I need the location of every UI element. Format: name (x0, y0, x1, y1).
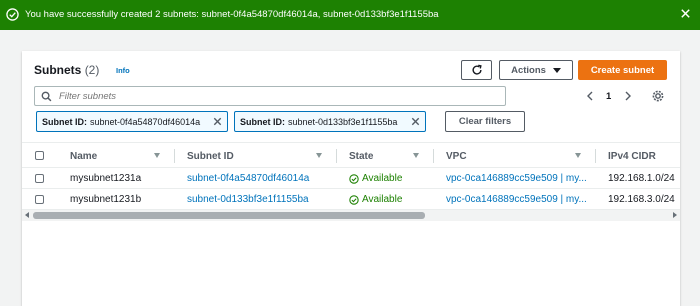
cell-state: Available (349, 194, 402, 205)
scroll-right-icon[interactable] (673, 212, 677, 218)
chevron-right-icon[interactable] (623, 88, 633, 104)
filter-token-subnet-1: Subnet ID: subnet-0f4a54870df46014a (36, 111, 228, 132)
select-all-checkbox[interactable] (35, 151, 44, 160)
create-subnet-button[interactable]: Create subnet (578, 60, 667, 80)
page-title: Subnets (2) Info (34, 63, 130, 77)
cell-ipv4-cidr: 192.168.3.0/24 (608, 194, 675, 205)
cell-name: mysubnet1231a (70, 173, 142, 184)
current-page[interactable]: 1 (606, 91, 611, 102)
check-circle-icon (349, 173, 359, 184)
subnet-count: (2) (84, 63, 100, 77)
clear-filters-label: Clear filters (458, 116, 512, 127)
column-header-name[interactable]: Name (70, 151, 97, 162)
column-divider[interactable] (174, 149, 175, 163)
refresh-icon (472, 64, 482, 75)
column-header-state[interactable]: State (349, 151, 373, 162)
search-icon (41, 91, 52, 102)
cell-name: mysubnet1231b (70, 194, 142, 205)
cell-subnet-id-link[interactable]: subnet-0d133bf3e1f1155ba (187, 194, 309, 205)
chevron-left-icon[interactable] (585, 88, 595, 104)
filter-token-key: Subnet ID: (42, 116, 87, 127)
sort-down-icon[interactable] (154, 153, 160, 158)
horizontal-scrollbar[interactable] (22, 210, 680, 221)
table-row[interactable]: mysubnet1231b subnet-0d133bf3e1f1155ba A… (22, 190, 680, 210)
gear-icon[interactable] (652, 90, 664, 102)
table-header: Name Subnet ID State VPC IPv4 CIDR (22, 142, 680, 168)
cell-vpc-link[interactable]: vpc-0ca146889cc59e509 | my... (446, 194, 587, 205)
row-checkbox[interactable] (35, 174, 44, 183)
success-circle-icon (6, 8, 19, 21)
cell-vpc-link[interactable]: vpc-0ca146889cc59e509 | my... (446, 173, 587, 184)
remove-filter-icon[interactable] (410, 116, 421, 127)
table-row[interactable]: mysubnet1231a subnet-0f4a54870df46014a A… (22, 169, 680, 189)
subnets-panel: Subnets (2) Info Actions Create subnet 1 (22, 51, 680, 306)
caret-down-icon (552, 67, 561, 73)
flash-message: You have successfully created 2 subnets:… (25, 9, 439, 20)
filter-token-value: subnet-0f4a54870df46014a (90, 116, 201, 127)
state-text: Available (362, 194, 403, 205)
close-icon[interactable] (679, 7, 692, 20)
state-text: Available (362, 173, 403, 184)
row-checkbox[interactable] (35, 195, 44, 204)
remove-filter-icon[interactable] (212, 116, 223, 127)
success-flashbar: You have successfully created 2 subnets:… (0, 0, 700, 30)
cell-subnet-id-link[interactable]: subnet-0f4a54870df46014a (187, 173, 309, 184)
filter-token-key: Subnet ID: (240, 116, 285, 127)
cell-ipv4-cidr: 192.168.1.0/24 (608, 173, 675, 184)
sort-down-icon[interactable] (575, 153, 581, 158)
check-circle-icon (349, 194, 359, 205)
filter-token-value: subnet-0d133bf3e1f1155ba (288, 116, 398, 127)
create-subnet-label: Create subnet (590, 64, 655, 76)
sort-down-icon[interactable] (413, 153, 419, 158)
column-divider[interactable] (336, 149, 337, 163)
refresh-button[interactable] (461, 60, 492, 80)
search-box[interactable] (34, 86, 506, 106)
scroll-left-icon[interactable] (25, 212, 29, 218)
clear-filters-button[interactable]: Clear filters (445, 111, 525, 132)
column-header-subnet-id[interactable]: Subnet ID (187, 151, 234, 162)
info-link[interactable]: Info (116, 66, 130, 75)
column-divider[interactable] (433, 149, 434, 163)
column-divider[interactable] (595, 149, 596, 163)
sort-down-icon[interactable] (316, 153, 322, 158)
actions-dropdown[interactable]: Actions (499, 60, 573, 80)
actions-label: Actions (511, 64, 546, 76)
column-header-ipv4-cidr[interactable]: IPv4 CIDR (608, 151, 656, 162)
cell-state: Available (349, 173, 402, 184)
column-header-vpc[interactable]: VPC (446, 151, 467, 162)
filter-token-subnet-2: Subnet ID: subnet-0d133bf3e1f1155ba (234, 111, 426, 132)
title-text: Subnets (34, 63, 82, 77)
scrollbar-thumb[interactable] (33, 212, 425, 219)
search-input[interactable] (57, 89, 497, 103)
